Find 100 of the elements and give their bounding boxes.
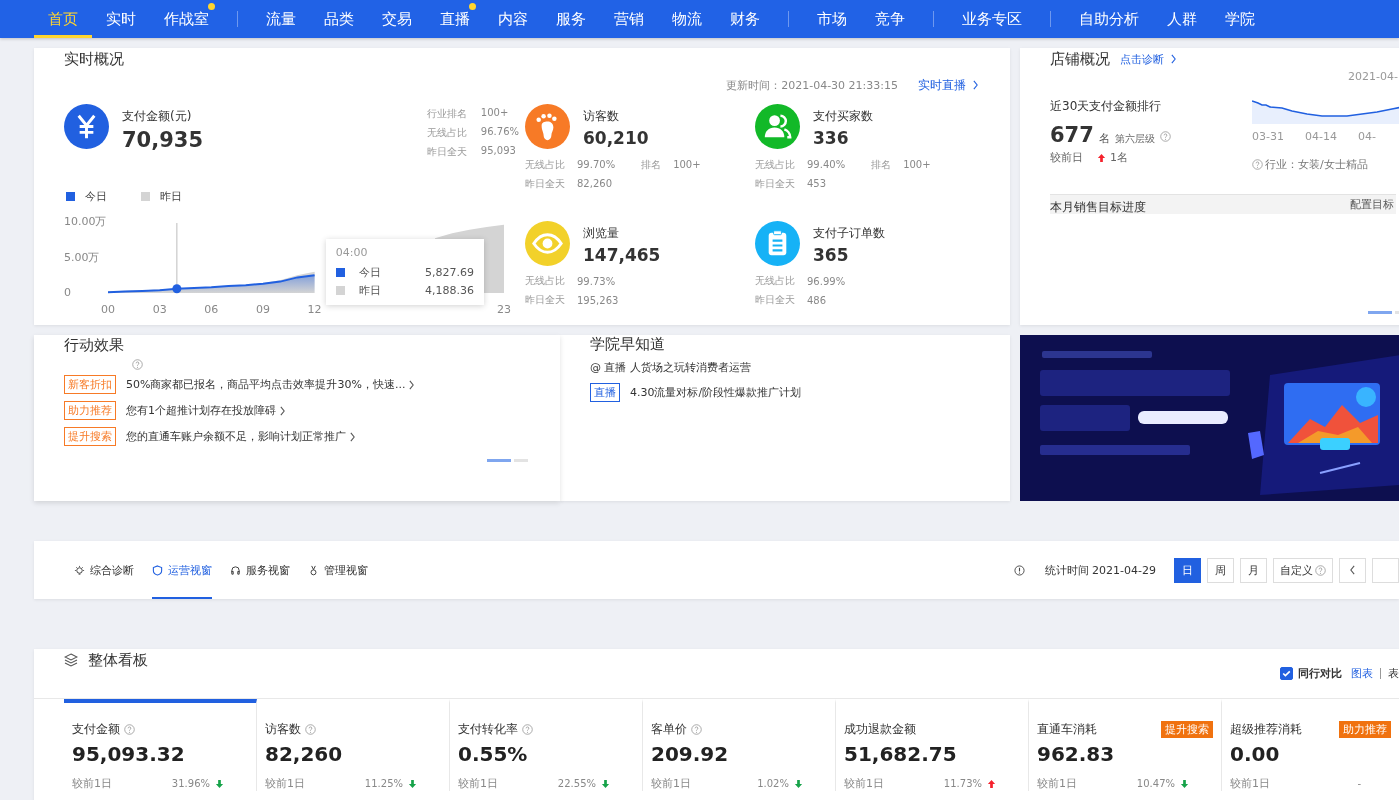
nav-tab[interactable]: 学院 [1211, 0, 1269, 38]
previous-button[interactable] [1339, 557, 1366, 583]
nav-tab[interactable]: 实时 [92, 0, 150, 38]
compare-label: 较前1日 [265, 776, 305, 791]
kpi-value: 0.55% [458, 742, 529, 766]
nav-tab[interactable]: 品类 [310, 0, 368, 38]
stat-value: 95,093 [480, 145, 516, 158]
kpi-label: 访客数 [265, 720, 301, 738]
nav-tab[interactable]: 服务 [542, 0, 600, 38]
nav-tab[interactable]: 财务 [716, 0, 774, 38]
stat-label: 昨日全天 [426, 145, 467, 159]
news-link[interactable]: 4.30流量对标/阶段性爆款推广计划 [630, 385, 802, 400]
configure-goal-link[interactable]: 配置目标 [1350, 197, 1394, 212]
stat-value: 195,263 [577, 294, 619, 306]
nav-tab[interactable]: 市场 [803, 0, 861, 38]
stat-label: 昨日全天 [525, 176, 565, 191]
kpi-card[interactable]: 访客数 82,260 较前1日 11.25% [257, 699, 450, 791]
kpi-card[interactable]: 成功退款金额 51,682.75 较前1日 11.73% [836, 699, 1029, 791]
period-button[interactable]: 自定义 [1273, 557, 1333, 583]
axis-label: 09 [255, 303, 270, 316]
view-tab[interactable]: 综合诊断 [74, 541, 134, 599]
action-link[interactable]: 您有1个超推计划存在投放障碍 [126, 403, 286, 418]
card-title: 实时概况 [64, 50, 124, 70]
chevron-left-icon [1349, 565, 1356, 575]
stat-label: 昨日全天 [525, 293, 565, 307]
stat-value: 99.40% [807, 159, 846, 170]
tooltip-label: 今日 [358, 265, 381, 280]
news-link[interactable]: @ 直播 人货场之玩转消费者运营 [590, 360, 980, 375]
stat-label: 昨日全天 [755, 293, 795, 307]
card-title: 学院早知道 [590, 335, 666, 354]
change-value: 11.25% [364, 778, 403, 789]
metric-value: 70,935 [122, 128, 204, 152]
chevron-icon [279, 405, 286, 416]
nav-tab[interactable]: 业务专区 [948, 0, 1036, 38]
diagnose-link[interactable]: 点击诊断 [1120, 51, 1177, 67]
chart-view-link[interactable]: 图表 [1351, 665, 1373, 681]
stat-value: 99.73% [577, 275, 616, 287]
kpi-card[interactable]: 超级推荐消耗 助力推荐 0.00 较前1日 - [1222, 699, 1394, 791]
change-value: 10.47% [1136, 778, 1175, 789]
nav-tab[interactable]: 内容 [484, 0, 542, 38]
date-label: 2021-04- [1348, 70, 1398, 85]
nav-tab[interactable]: 物流 [658, 0, 716, 38]
legend-label: 今日 [85, 188, 107, 204]
period-button[interactable]: 月 [1240, 557, 1267, 583]
change-value: - [1357, 778, 1361, 789]
stat-label: 排名 [641, 157, 662, 172]
live-link[interactable]: 实时直播 [918, 76, 979, 94]
kpi-label: 支付转化率 [458, 720, 518, 738]
next-button[interactable] [1372, 557, 1399, 583]
nav-tab[interactable]: 作战室 [150, 0, 223, 38]
industry-label: 行业：女装/女士精品 [1265, 157, 1368, 172]
nav-tab[interactable]: 直播 [426, 0, 484, 38]
view-tab[interactable]: 运营视窗 [152, 541, 212, 599]
checkbox[interactable] [1280, 666, 1293, 680]
view-tab[interactable]: 服务视窗 [230, 541, 290, 599]
kpi-value: 82,260 [265, 742, 344, 766]
axis-label: 04-14 [1304, 130, 1337, 143]
info-icon[interactable] [1013, 564, 1025, 576]
rank-value: 677 [1050, 123, 1094, 147]
change-value: 31.96% [171, 778, 210, 789]
live-tag: 直播 [590, 383, 620, 402]
medal-icon [308, 564, 319, 576]
nav-tab[interactable]: 自助分析 [1065, 0, 1153, 38]
nav-tab[interactable]: 交易 [368, 0, 426, 38]
view-tab[interactable]: 管理视窗 [308, 541, 368, 599]
yen-icon [64, 104, 109, 149]
stat-value: 82,260 [577, 178, 612, 189]
table-view-link[interactable]: 表 [1388, 665, 1399, 681]
metric-value: 365 [813, 244, 850, 265]
action-link[interactable]: 50%商家都已报名，商品平均点击效率提升30%，快速... [126, 377, 416, 392]
card-title: 行动效果 [64, 336, 124, 354]
axis-label: 06 [204, 303, 219, 316]
help-icon [132, 359, 143, 370]
legend-label: 昨日 [160, 188, 182, 204]
kpi-card[interactable]: 直通车消耗 提升搜索 962.83 较前1日 10.47% [1029, 699, 1222, 791]
metric-label: 浏览量 [583, 224, 620, 242]
period-button[interactable]: 周 [1207, 557, 1234, 583]
kpi-card[interactable]: 支付转化率 0.55% 较前1日 22.55% [450, 699, 643, 791]
action-link[interactable]: 您的直通车账户余额不足，影响计划正常推广 [126, 429, 356, 444]
headset-icon [230, 564, 241, 576]
kpi-card[interactable]: 客单价 209.92 较前1日 1.02% [643, 699, 836, 791]
axis-label: 04- [1357, 130, 1376, 143]
metric-label: 支付金额(元) [122, 108, 193, 125]
nav-tab[interactable]: 人群 [1153, 0, 1211, 38]
kpi-card[interactable]: 支付金额 95,093.32 较前1日 31.96% [64, 699, 257, 791]
stat-value: 486 [807, 294, 827, 306]
axis-label: 0 [64, 286, 71, 299]
card-title: 整体看板 [88, 651, 148, 670]
nav-tab[interactable]: 首页 [34, 0, 92, 38]
change-value: 1.02% [757, 778, 789, 789]
axis-label: 03 [152, 303, 167, 316]
stat-label: 无线占比 [426, 126, 467, 140]
nav-tab[interactable]: 营销 [600, 0, 658, 38]
metric-value: 147,465 [583, 244, 661, 265]
stat-label: 昨日全天 [755, 176, 795, 191]
stat-time: 统计时间 2021-04-29 [1044, 562, 1156, 578]
chevron-icon [1170, 54, 1177, 64]
nav-tab[interactable]: 流量 [252, 0, 310, 38]
period-button[interactable]: 日 [1174, 557, 1201, 583]
nav-tab[interactable]: 竞争 [861, 0, 919, 38]
